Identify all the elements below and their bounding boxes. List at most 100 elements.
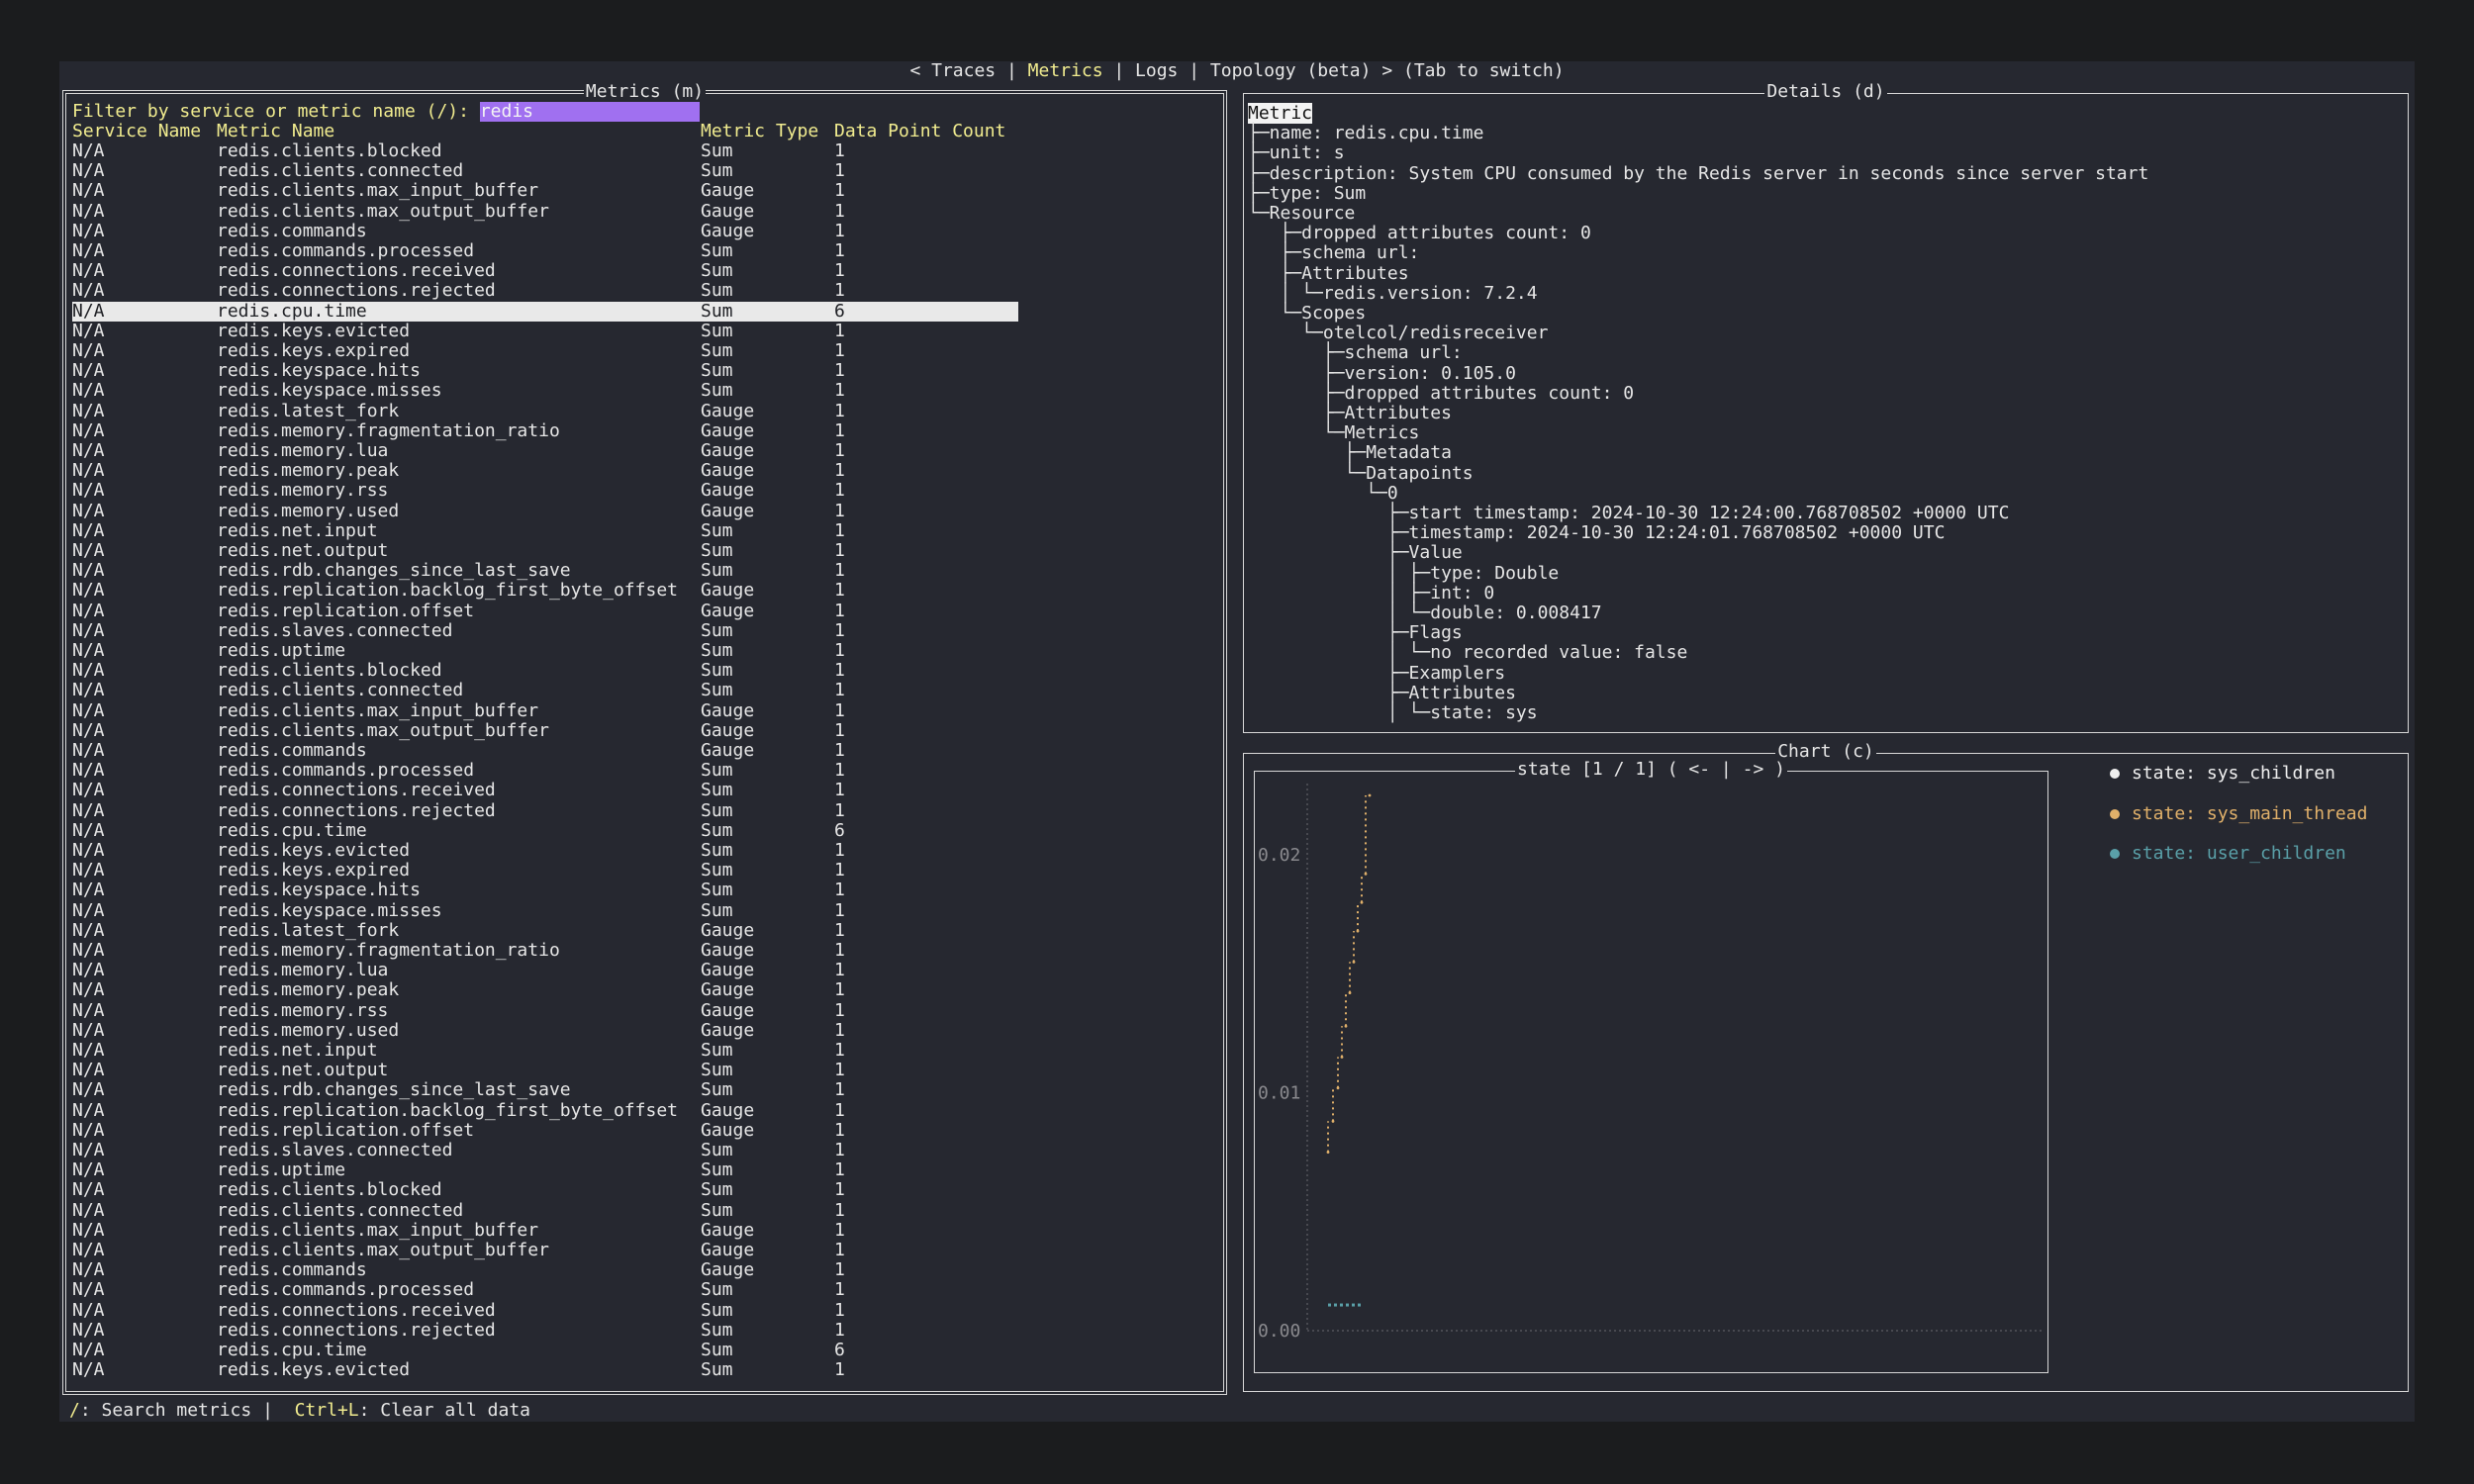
table-row[interactable]: N/A redis.keys.evicted Sum 1 xyxy=(72,321,1018,341)
table-row[interactable]: N/A redis.keys.expired Sum 1 xyxy=(72,861,1018,881)
tree-node[interactable]: ├─start timestamp: 2024-10-30 12:24:00.7… xyxy=(1248,503,2148,523)
table-row[interactable]: N/A redis.replication.backlog_first_byte_… xyxy=(72,1100,1018,1121)
table-row[interactable]: N/A redis.net.input Sum 1 xyxy=(72,520,1018,541)
table-row[interactable]: N/A redis.commands.processed Sum 1 xyxy=(72,1280,1018,1300)
tree-node[interactable]: ├─timestamp: 2024-10-30 12:24:01.7687085… xyxy=(1248,523,2148,543)
table-row[interactable]: N/A redis.clients.blocked Sum 1 xyxy=(72,141,1018,161)
table-row[interactable]: N/A redis.memory.fragmentation_ratio Gauge… xyxy=(72,420,1018,441)
tree-node[interactable]: ├─Examplers xyxy=(1248,663,2148,684)
tree-node[interactable]: │ └─state: sys xyxy=(1248,702,2148,723)
tab-topology[interactable]: Topology (beta) xyxy=(1210,60,1372,81)
table-row[interactable]: N/A redis.slaves.connected Sum 1 xyxy=(72,620,1018,641)
table-row[interactable]: N/A redis.memory.rss Gauge 1 xyxy=(72,1000,1018,1021)
tree-node[interactable]: ├─unit: s xyxy=(1248,143,2148,163)
table-row[interactable]: N/A redis.rdb.changes_since_last_save Sum 1 xyxy=(72,561,1018,581)
table-row[interactable]: N/A redis.commands Gauge 1 xyxy=(72,1260,1018,1280)
tree-node[interactable]: ├─Value xyxy=(1248,543,2148,563)
table-row-selected[interactable]: N/A redis.cpu.time Sum 6 xyxy=(72,301,1018,322)
table-row[interactable]: N/A redis.connections.received Sum 1 xyxy=(72,261,1018,281)
tree-node[interactable]: ├─name: redis.cpu.time xyxy=(1248,124,2148,143)
table-row[interactable]: N/A redis.keyspace.misses Sum 1 xyxy=(72,381,1018,401)
table-row[interactable]: N/A redis.memory.lua Gauge 1 xyxy=(72,441,1018,461)
tab-traces[interactable]: Traces xyxy=(931,60,996,81)
table-row[interactable]: N/A redis.clients.max_input_buffer Gauge 1 xyxy=(72,700,1018,721)
table-row[interactable]: N/A redis.keyspace.hits Sum 1 xyxy=(72,361,1018,381)
tree-node[interactable]: ├─Attributes xyxy=(1248,683,2148,703)
metrics-panel[interactable]: Metrics (m) Filter by service or metric … xyxy=(62,81,1227,1395)
tree-node[interactable]: │ └─redis.version: 7.2.4 xyxy=(1248,283,2148,304)
table-row[interactable]: N/A redis.keyspace.misses Sum 1 xyxy=(72,900,1018,921)
tree-root-metric[interactable]: Metric xyxy=(1248,103,1313,124)
tree-node[interactable]: │ └─no recorded value: false xyxy=(1248,643,2148,663)
tree-node[interactable]: └─otelcol/redisreceiver xyxy=(1248,324,2148,343)
table-row[interactable]: N/A redis.clients.blocked Sum 1 xyxy=(72,661,1018,681)
table-row[interactable]: N/A redis.memory.used Gauge 1 xyxy=(72,1020,1018,1041)
table-row[interactable]: N/A redis.connections.received Sum 1 xyxy=(72,1300,1018,1321)
table-row[interactable]: N/A redis.replication.backlog_first_byte_… xyxy=(72,581,1018,601)
table-row[interactable]: N/A redis.memory.rss Gauge 1 xyxy=(72,481,1018,501)
table-row[interactable]: N/A redis.commands.processed Sum 1 xyxy=(72,241,1018,261)
table-row[interactable]: N/A redis.clients.blocked Sum 1 xyxy=(72,1180,1018,1200)
table-row[interactable]: N/A redis.connections.rejected Sum 1 xyxy=(72,281,1018,301)
tree-node[interactable]: ├─Metadata xyxy=(1248,443,2148,463)
table-row[interactable]: N/A redis.memory.lua Gauge 1 xyxy=(72,961,1018,980)
table-row[interactable]: N/A redis.commands Gauge 1 xyxy=(72,221,1018,241)
table-row[interactable]: N/A redis.memory.used Gauge 1 xyxy=(72,501,1018,521)
table-row[interactable]: N/A redis.net.input Sum 1 xyxy=(72,1041,1018,1061)
tree-node[interactable]: └─Metrics xyxy=(1248,423,2148,443)
table-row[interactable]: N/A redis.uptime Sum 1 xyxy=(72,641,1018,661)
tree-node[interactable]: ├─Flags xyxy=(1248,623,2148,643)
tab-metrics[interactable]: Metrics xyxy=(1028,60,1103,81)
table-row[interactable]: N/A redis.memory.fragmentation_ratio Gauge… xyxy=(72,941,1018,961)
table-row[interactable]: N/A redis.net.output Sum 1 xyxy=(72,541,1018,561)
chart-title[interactable]: state [1 / 1] ( <- | -> ) xyxy=(1515,759,1787,780)
table-row[interactable]: N/A redis.connections.received Sum 1 xyxy=(72,781,1018,800)
tree-node[interactable]: └─Scopes xyxy=(1248,303,2148,324)
table-row[interactable]: N/A redis.commands.processed Sum 1 xyxy=(72,761,1018,781)
table-row[interactable]: N/A redis.latest_fork Gauge 1 xyxy=(72,401,1018,421)
table-row[interactable]: N/A redis.rdb.changes_since_last_save Sum 1 xyxy=(72,1080,1018,1100)
filter-input[interactable]: redis xyxy=(479,102,700,122)
tree-node[interactable]: ├─schema url: xyxy=(1248,243,2148,263)
table-row[interactable]: N/A redis.connections.rejected Sum 1 xyxy=(72,800,1018,821)
table-row[interactable]: N/A redis.replication.offset Gauge 1 xyxy=(72,1120,1018,1141)
tree-node[interactable]: ├─description: System CPU consumed by th… xyxy=(1248,163,2148,184)
table-row[interactable]: N/A redis.clients.max_output_buffer Gauge 1 xyxy=(72,1241,1018,1260)
table-row[interactable]: N/A redis.connections.rejected Sum 1 xyxy=(72,1320,1018,1341)
table-row[interactable]: N/A redis.clients.max_output_buffer Gauge 1 xyxy=(72,720,1018,741)
table-row[interactable]: N/A redis.clients.connected Sum 1 xyxy=(72,681,1018,700)
tree-node[interactable]: │ ├─int: 0 xyxy=(1248,583,2148,603)
legend-item[interactable]: state: user_children xyxy=(2110,844,2346,864)
table-row[interactable]: N/A redis.clients.max_input_buffer Gauge 1 xyxy=(72,1220,1018,1241)
table-row[interactable]: N/A redis.keys.expired Sum 1 xyxy=(72,341,1018,361)
tree-node[interactable]: └─Resource xyxy=(1248,203,2148,224)
tree-node[interactable]: ├─Attributes xyxy=(1248,403,2148,423)
table-row[interactable]: N/A redis.commands Gauge 1 xyxy=(72,741,1018,761)
table-row[interactable]: N/A redis.keys.evicted Sum 1 xyxy=(72,841,1018,861)
tree-node[interactable]: └─Datapoints xyxy=(1248,463,2148,484)
tree-node[interactable]: ├─dropped attributes count: 0 xyxy=(1248,224,2148,243)
tree-node[interactable]: └─0 xyxy=(1248,483,2148,504)
table-row[interactable]: N/A redis.memory.peak Gauge 1 xyxy=(72,461,1018,481)
tree-node[interactable]: │ ├─type: Double xyxy=(1248,563,2148,584)
table-row[interactable]: N/A redis.clients.connected Sum 1 xyxy=(72,1200,1018,1221)
legend-item[interactable]: state: sys_children xyxy=(2110,764,2335,784)
table-row[interactable]: N/A redis.replication.offset Gauge 1 xyxy=(72,601,1018,621)
table-row[interactable]: N/A redis.memory.peak Gauge 1 xyxy=(72,980,1018,1000)
table-row[interactable]: N/A redis.net.output Sum 1 xyxy=(72,1061,1018,1080)
table-row[interactable]: N/A redis.cpu.time Sum 6 xyxy=(72,820,1018,841)
table-row[interactable]: N/A redis.clients.max_input_buffer Gauge 1 xyxy=(72,181,1018,201)
table-row[interactable]: N/A redis.keyspace.hits Sum 1 xyxy=(72,881,1018,900)
tree-node[interactable]: ├─schema url: xyxy=(1248,343,2148,363)
table-row[interactable]: N/A redis.latest_fork Gauge 1 xyxy=(72,920,1018,941)
table-row[interactable]: N/A redis.keys.evicted Sum 1 xyxy=(72,1360,1018,1380)
table-row[interactable]: N/A redis.slaves.connected Sum 1 xyxy=(72,1141,1018,1160)
table-row[interactable]: N/A redis.cpu.time Sum 6 xyxy=(72,1341,1018,1360)
tree-node[interactable]: ├─type: Sum xyxy=(1248,183,2148,204)
table-row[interactable]: N/A redis.clients.connected Sum 1 xyxy=(72,161,1018,181)
tree-node[interactable]: ├─dropped attributes count: 0 xyxy=(1248,383,2148,404)
legend-item[interactable]: state: sys_main_thread xyxy=(2110,803,2367,824)
tree-node[interactable]: ├─version: 0.105.0 xyxy=(1248,363,2148,384)
table-row[interactable]: N/A redis.clients.max_output_buffer Gauge 1 xyxy=(72,201,1018,222)
tree-node[interactable]: │ └─double: 0.008417 xyxy=(1248,603,2148,623)
